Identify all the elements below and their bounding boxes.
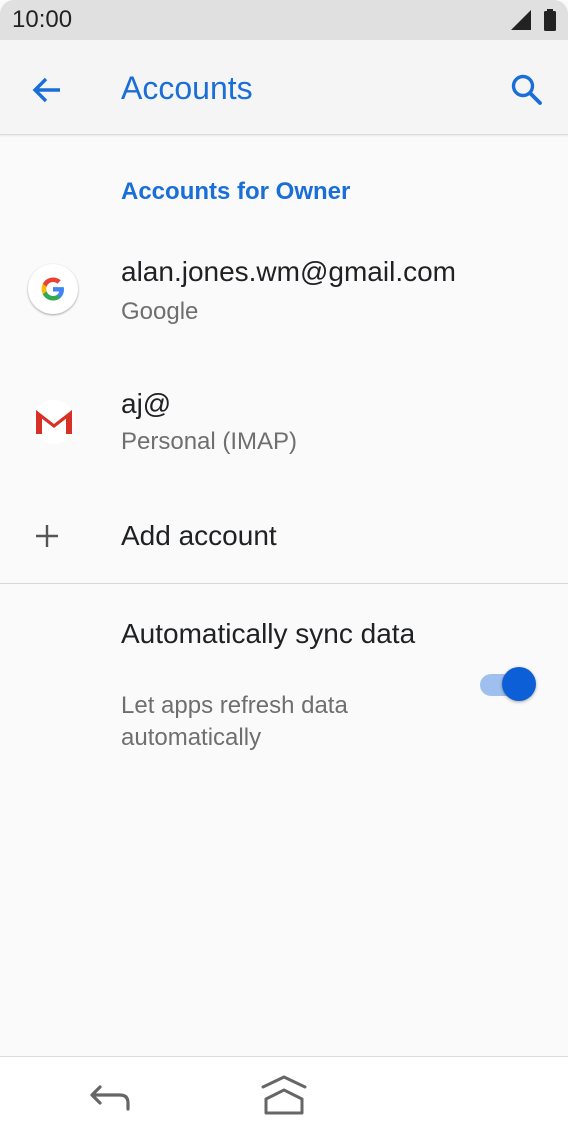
account-type: Google [121,298,199,325]
section-header: Accounts for Owner [121,178,351,205]
google-icon [28,264,80,316]
navigation-bar [0,1056,568,1137]
sync-subtitle: Let apps refresh data automatically [121,692,348,751]
battery-icon [544,9,556,31]
nav-home-icon[interactable] [258,1073,310,1119]
account-type: Personal (IMAP) [121,428,298,455]
sync-title: Automatically sync data [121,618,416,649]
gmail-icon [28,396,80,448]
add-account-button[interactable]: Add account [0,500,568,580]
search-icon[interactable] [505,68,549,112]
account-email: aj@ [121,388,172,419]
app-bar: Accounts [0,40,568,135]
account-item-imap[interactable]: aj@ Personal (IMAP) [0,364,568,484]
toggle-thumb [502,667,536,701]
status-bar: 10:00 [0,0,568,40]
nav-back-icon[interactable] [86,1077,134,1117]
add-account-label: Add account [121,520,277,551]
status-time: 10:00 [12,6,73,33]
signal-icon [511,10,531,30]
sync-toggle[interactable] [478,666,538,704]
arrow-back-icon[interactable] [26,68,70,112]
plus-icon [36,525,58,547]
divider [0,583,568,584]
account-email: alan.jones.wm@gmail.com [121,256,456,287]
auto-sync-setting[interactable]: Automatically sync data Let apps refresh… [0,600,568,770]
page-title: Accounts [121,70,253,106]
account-item-google[interactable]: alan.jones.wm@gmail.com Google [0,232,568,352]
